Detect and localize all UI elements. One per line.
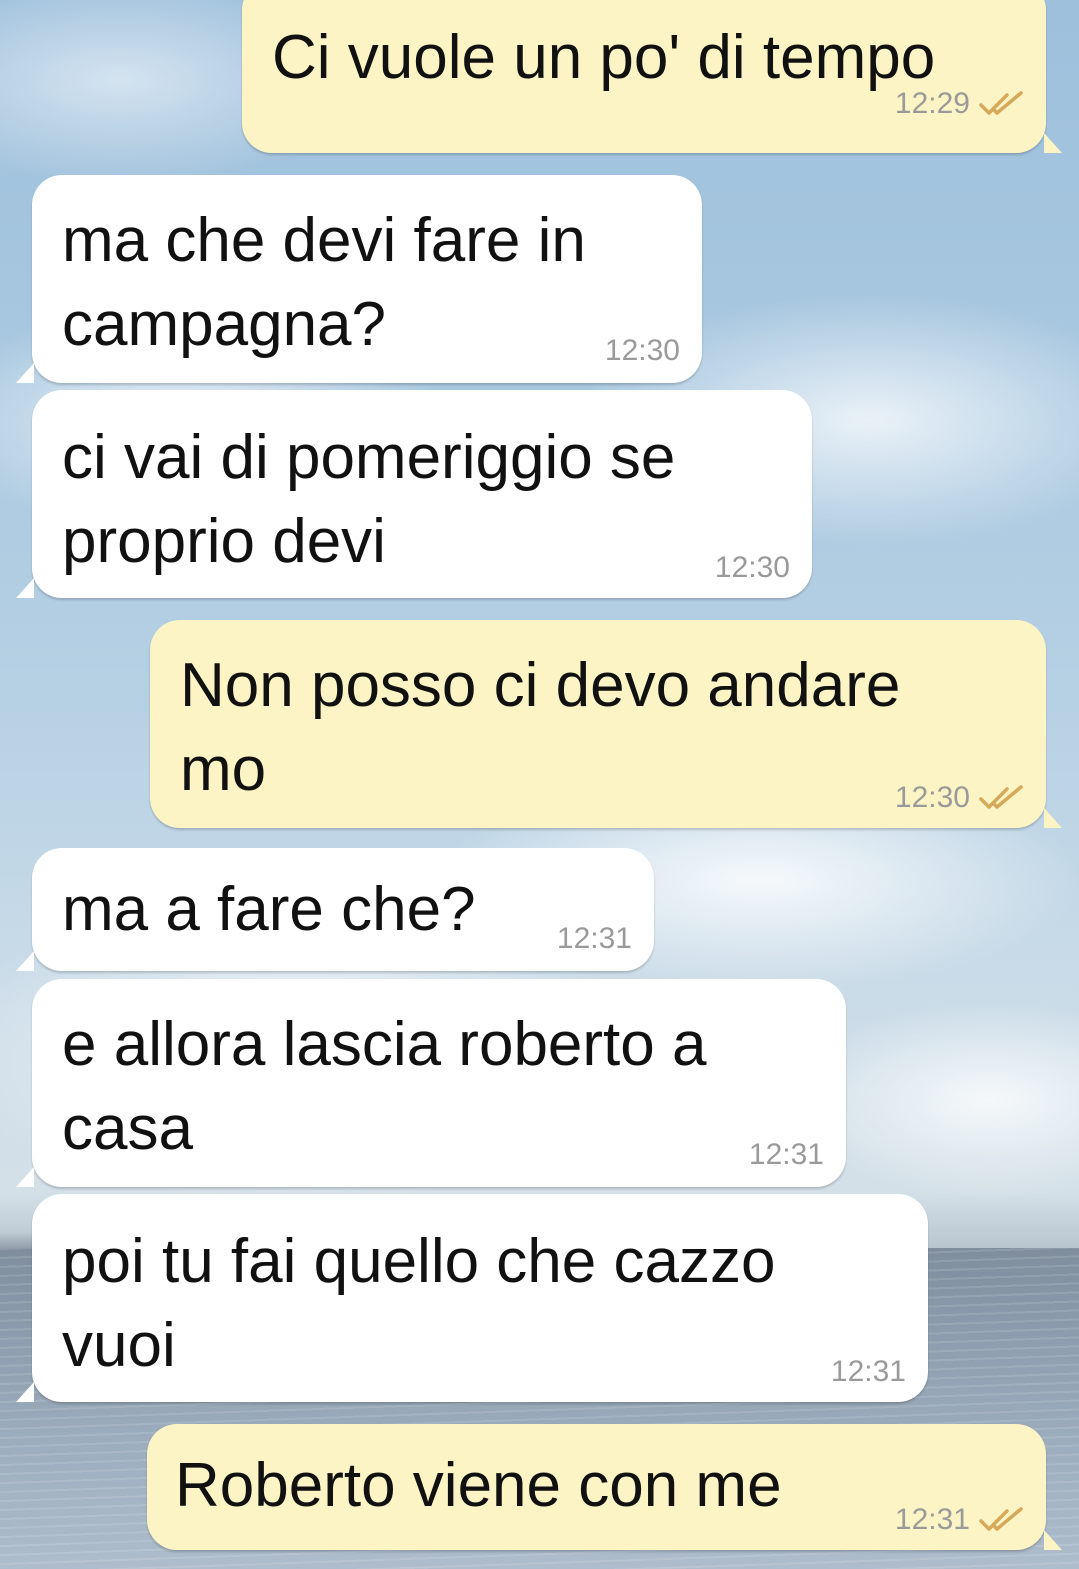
- message-meta: 12:30: [605, 333, 680, 369]
- message-meta: 12:31: [895, 1502, 1024, 1538]
- message-text: poi tu fai quello che cazzo vuoi: [62, 1227, 776, 1380]
- message-time: 12:31: [748, 1138, 824, 1171]
- message-time: 12:31: [556, 922, 632, 955]
- message-time: 12:30: [714, 551, 790, 584]
- message-time: 12:29: [894, 87, 970, 120]
- message-bubble-incoming[interactable]: poi tu fai quello che cazzo vuoi 12:31: [16, 1194, 928, 1402]
- message-text: e allora lascia roberto a casa: [62, 1010, 707, 1163]
- message-bubble-incoming[interactable]: ma che devi fare in campagna? 12:30: [16, 175, 702, 383]
- message-meta: 12:31: [831, 1354, 906, 1390]
- message-text: ma a fare che?: [62, 875, 476, 944]
- message-bubble-outgoing[interactable]: Roberto viene con me 12:31: [147, 1424, 1062, 1550]
- message-time: 12:31: [894, 1503, 970, 1536]
- message-bubble-incoming[interactable]: e allora lascia roberto a casa 12:31: [16, 979, 846, 1187]
- message-list[interactable]: Ci vuole un po' di tempo 12:29 ma che de…: [0, 0, 1079, 1569]
- message-meta: 12:31: [557, 921, 632, 957]
- message-bubble-outgoing[interactable]: Ci vuole un po' di tempo 12:29: [242, 0, 1062, 153]
- double-check-icon: [978, 1507, 1024, 1533]
- message-text: Roberto viene con me: [175, 1451, 782, 1520]
- message-text: Ci vuole un po' di tempo: [272, 23, 936, 92]
- message-bubble-outgoing[interactable]: Non posso ci devo andare mo 12:30: [150, 620, 1062, 828]
- message-text: Non posso ci devo andare mo: [180, 651, 901, 804]
- message-meta: 12:31: [749, 1137, 824, 1173]
- message-bubble-incoming[interactable]: ma a fare che? 12:31: [16, 848, 654, 971]
- message-meta: 12:30: [715, 550, 790, 586]
- double-check-icon: [978, 785, 1024, 811]
- message-bubble-incoming[interactable]: ci vai di pomeriggio se proprio devi 12:…: [16, 390, 812, 598]
- message-text: ma che devi fare in campagna?: [62, 206, 586, 359]
- message-time: 12:31: [830, 1355, 906, 1388]
- message-meta: 12:30: [895, 780, 1024, 816]
- double-check-icon: [978, 91, 1024, 117]
- message-text: ci vai di pomeriggio se proprio devi: [62, 423, 676, 576]
- message-meta: 12:29: [895, 86, 1024, 122]
- message-time: 12:30: [894, 781, 970, 814]
- message-time: 12:30: [604, 334, 680, 367]
